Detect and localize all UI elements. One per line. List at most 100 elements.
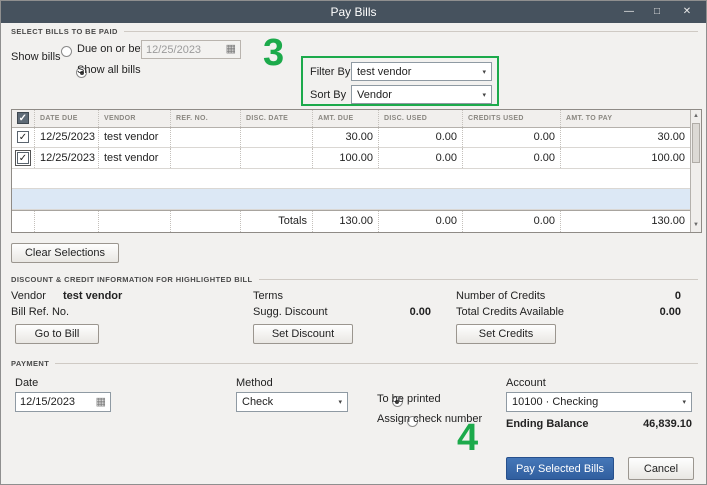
ending-balance-label: Ending Balance: [506, 418, 589, 430]
annotation-step-4: 4: [457, 417, 479, 459]
row-checkbox[interactable]: ✓: [17, 131, 29, 144]
cell-amt-to-pay: 30.00: [560, 127, 690, 148]
account-label: Account: [506, 377, 546, 389]
show-all-bills-label[interactable]: Show all bills: [77, 64, 141, 76]
account-dropdown[interactable]: 10100 · Checking ▾: [506, 392, 692, 412]
cell-vendor: test vendor: [98, 127, 170, 148]
sort-by-label: Sort By: [310, 89, 347, 101]
cell-amt-due: 100.00: [312, 148, 378, 168]
scrollbar-thumb[interactable]: [692, 123, 700, 163]
totals-label: Totals: [240, 210, 312, 233]
cancel-button[interactable]: Cancel: [628, 457, 694, 480]
sort-by-value: Vendor: [357, 88, 392, 101]
cell-ref-no: [170, 148, 240, 168]
pay-selected-bills-button[interactable]: Pay Selected Bills: [506, 457, 614, 480]
due-on-or-before-radio[interactable]: [61, 46, 72, 57]
bill-ref-no-label: Bill Ref. No.: [11, 306, 70, 318]
cell-ref-no: [170, 127, 240, 148]
col-header-credits-used[interactable]: CREDITS USED: [462, 110, 560, 127]
col-header-date-due[interactable]: DATE DUE: [34, 110, 98, 127]
table-row-empty[interactable]: [12, 169, 690, 190]
section-rule: [55, 363, 698, 364]
select-bills-section-header: SELECT BILLS TO BE PAID: [11, 27, 698, 36]
calendar-icon[interactable]: ▦: [226, 44, 236, 55]
minimize-icon[interactable]: —: [618, 1, 640, 23]
col-header-amt-due[interactable]: AMT. DUE: [312, 110, 378, 127]
filter-by-value: test vendor: [357, 65, 412, 78]
payment-date-label: Date: [15, 377, 39, 389]
sort-by-dropdown[interactable]: Vendor ▾: [351, 85, 492, 104]
vendor-label: Vendor: [11, 290, 46, 302]
scrollbar-track[interactable]: [691, 163, 701, 219]
scroll-up-icon[interactable]: ▲: [691, 110, 701, 123]
cell-disc-used: 0.00: [378, 148, 462, 168]
col-header-amt-to-pay[interactable]: AMT. TO PAY: [560, 110, 690, 127]
maximize-icon[interactable]: □: [646, 1, 668, 23]
col-header-vendor[interactable]: VENDOR: [98, 110, 170, 127]
chevron-down-icon: ▾: [682, 399, 686, 406]
table-row[interactable]: ✓ 12/25/2023 test vendor 100.00 0.00 0.0…: [12, 148, 690, 169]
vendor-value: test vendor: [63, 290, 123, 302]
payment-section-title: PAYMENT: [11, 359, 50, 368]
number-of-credits-label: Number of Credits: [456, 290, 546, 302]
payment-method-dropdown[interactable]: Check ▾: [236, 392, 348, 412]
section-rule: [123, 31, 698, 32]
set-credits-button[interactable]: Set Credits: [456, 324, 556, 344]
totals-disc-used: 0.00: [378, 210, 462, 233]
annotation-step-3: 3: [263, 32, 285, 74]
cell-credits-used: 0.00: [462, 127, 560, 148]
chevron-down-icon: ▾: [338, 399, 342, 406]
set-discount-button[interactable]: Set Discount: [253, 324, 353, 344]
total-credits-available-label: Total Credits Available: [456, 306, 565, 318]
chevron-down-icon: ▾: [482, 91, 486, 99]
window-title: Pay Bills: [330, 5, 377, 19]
title-bar: Pay Bills: [1, 1, 706, 23]
table-header-row: ✓ DATE DUE VENDOR REF. NO. DISC. DATE AM…: [12, 110, 690, 128]
cell-amt-due: 30.00: [312, 127, 378, 148]
payment-method-label: Method: [236, 377, 273, 389]
to-be-printed-label[interactable]: To be printed: [377, 393, 441, 405]
cell-amt-to-pay: 100.00: [560, 148, 690, 168]
number-of-credits-value: 0: [674, 290, 681, 302]
clear-selections-button[interactable]: Clear Selections: [11, 243, 119, 263]
select-all-cell[interactable]: ✓: [12, 110, 34, 127]
totals-credits-used: 0.00: [462, 210, 560, 233]
close-icon[interactable]: ✕: [676, 1, 698, 23]
due-date-value: 12/25/2023: [146, 43, 202, 56]
payment-section-header: PAYMENT: [11, 359, 698, 368]
pay-bills-dialog: Pay Bills — □ ✕ SELECT BILLS TO BE PAID …: [0, 0, 707, 485]
due-date-field[interactable]: 12/25/2023 ▦: [141, 40, 241, 59]
vertical-scrollbar[interactable]: ▲ ▼: [690, 110, 701, 232]
table-row[interactable]: ✓ 12/25/2023 test vendor 30.00 0.00 0.00…: [12, 127, 690, 149]
payment-date-field[interactable]: 12/15/2023 ▦: [15, 392, 111, 412]
discount-credit-section-header: DISCOUNT & CREDIT INFORMATION FOR HIGHLI…: [11, 275, 698, 284]
col-header-disc-used[interactable]: DISC. USED: [378, 110, 462, 127]
cell-date-due: 12/25/2023: [34, 148, 98, 168]
section-rule: [258, 279, 698, 280]
account-value: 10100 · Checking: [512, 396, 599, 408]
total-credits-available-value: 0.00: [659, 306, 681, 318]
calendar-icon[interactable]: ▦: [96, 396, 106, 408]
terms-label: Terms: [253, 290, 283, 302]
sugg-discount-label: Sugg. Discount: [253, 306, 328, 318]
cell-disc-used: 0.00: [378, 127, 462, 148]
payment-method-value: Check: [242, 396, 274, 408]
row-checkbox[interactable]: ✓: [15, 149, 31, 166]
show-bills-label: Show bills: [11, 51, 61, 63]
cell-disc-date: [240, 148, 312, 168]
col-header-disc-date[interactable]: DISC. DATE: [240, 110, 312, 127]
filter-by-dropdown[interactable]: test vendor ▾: [351, 62, 492, 81]
totals-amt-due: 130.00: [312, 210, 378, 233]
scroll-down-icon[interactable]: ▼: [691, 219, 701, 232]
payment-date-value: 12/15/2023: [20, 396, 76, 408]
go-to-bill-button[interactable]: Go to Bill: [15, 324, 99, 344]
select-bills-section-title: SELECT BILLS TO BE PAID: [11, 27, 118, 36]
select-all-checkbox[interactable]: ✓: [17, 112, 29, 125]
col-header-ref-no[interactable]: REF. NO.: [170, 110, 240, 127]
discount-credit-section-title: DISCOUNT & CREDIT INFORMATION FOR HIGHLI…: [11, 275, 253, 284]
filter-by-label: Filter By: [310, 66, 351, 78]
table-row-empty[interactable]: [12, 189, 690, 210]
cell-credits-used: 0.00: [462, 148, 560, 168]
bills-table: ✓ DATE DUE VENDOR REF. NO. DISC. DATE AM…: [11, 109, 702, 233]
chevron-down-icon: ▾: [482, 68, 486, 76]
